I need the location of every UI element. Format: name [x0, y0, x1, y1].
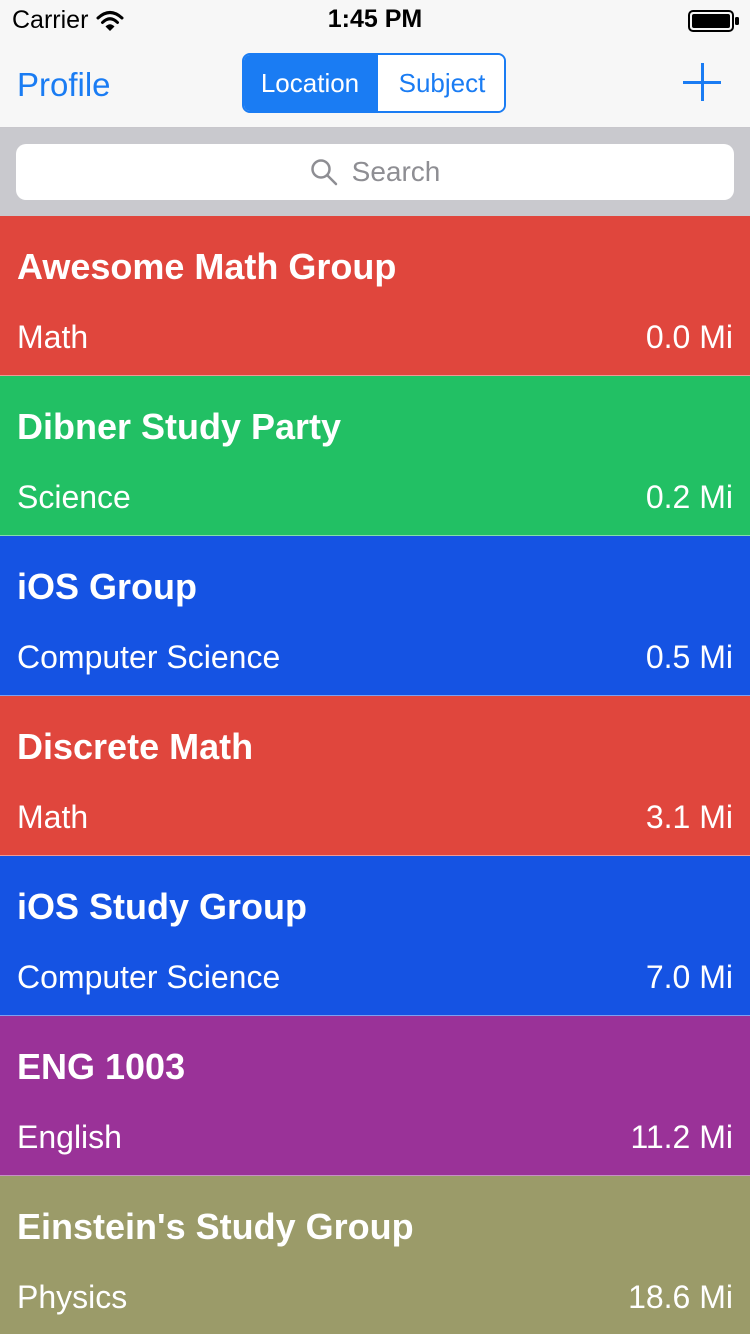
navigation-bar: Profile Location Subject [0, 40, 750, 128]
group-title: ENG 1003 [17, 1046, 186, 1087]
search-icon [310, 159, 337, 186]
group-distance: 7.0 Mi [645, 959, 733, 995]
group-distance: 0.2 Mi [645, 479, 733, 515]
group-row[interactable]: ENG 1003 English 11.2 Mi [0, 1016, 750, 1176]
group-subject: Computer Science [17, 959, 281, 995]
segment-subject[interactable]: Subject [376, 55, 504, 111]
group-title: Awesome Math Group [17, 246, 397, 287]
search-bar: Search [0, 128, 750, 216]
group-subject: Math [17, 319, 89, 355]
group-subject: English [17, 1119, 122, 1155]
group-row[interactable]: Einstein's Study Group Physics 18.6 Mi [0, 1176, 750, 1334]
group-distance: 0.5 Mi [645, 639, 733, 675]
group-row[interactable]: Awesome Math Group Math 0.0 Mi [0, 216, 750, 376]
group-row[interactable]: iOS Study Group Computer Science 7.0 Mi [0, 856, 750, 1016]
group-subject: Computer Science [17, 639, 281, 675]
search-placeholder: Search [351, 156, 441, 187]
group-subject: Math [17, 799, 89, 835]
status-time: 1:45 PM [327, 5, 423, 33]
group-row[interactable]: iOS Group Computer Science 0.5 Mi [0, 536, 750, 696]
group-list: Awesome Math Group Math 0.0 Mi Dibner St… [0, 216, 750, 1334]
group-row[interactable]: Discrete Math Math 3.1 Mi [0, 696, 750, 856]
profile-button[interactable]: Profile [17, 66, 111, 104]
status-bar: Carrier 1:45 PM [0, 0, 750, 40]
group-title: Dibner Study Party [17, 406, 342, 447]
group-distance: 0.0 Mi [645, 319, 733, 355]
battery-icon [688, 10, 739, 32]
segment-location[interactable]: Location [244, 55, 376, 111]
sort-segmented-control: Location Subject [242, 53, 506, 113]
group-title: Discrete Math [17, 726, 254, 767]
group-distance: 18.6 Mi [628, 1279, 733, 1315]
group-title: iOS Group [17, 566, 197, 607]
group-title: iOS Study Group [17, 886, 308, 927]
group-subject: Physics [17, 1279, 128, 1315]
group-distance: 3.1 Mi [645, 799, 733, 835]
group-distance: 11.2 Mi [630, 1119, 733, 1155]
plus-icon[interactable] [682, 62, 722, 102]
group-subject: Science [17, 479, 131, 515]
search-input[interactable]: Search [16, 144, 734, 200]
group-title: Einstein's Study Group [17, 1206, 414, 1247]
app-screen: Carrier 1:45 PM Profile Location Subject [0, 0, 750, 1334]
group-row[interactable]: Dibner Study Party Science 0.2 Mi [0, 376, 750, 536]
